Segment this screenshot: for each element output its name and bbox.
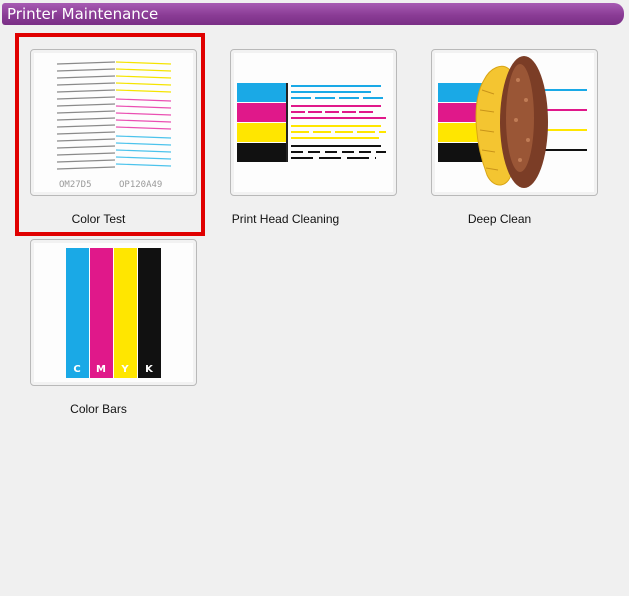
scrub-brush-icon <box>438 56 587 188</box>
bar-letter-y: Y <box>120 364 129 375</box>
print-head-cleaning-tile[interactable] <box>230 49 397 196</box>
print-head-cleaning-label: Print Head Cleaning <box>231 212 340 226</box>
bar-letter-c: C <box>73 364 80 375</box>
deep-clean-tile[interactable] <box>431 49 598 196</box>
selection-highlight <box>15 33 205 236</box>
bar-letter-k: K <box>145 364 154 375</box>
deep-clean-label: Deep Clean <box>467 212 532 226</box>
color-bars-label: Color Bars <box>70 402 127 416</box>
print-head-cleaning-icon <box>237 83 386 162</box>
color-bars-tile[interactable]: C M Y K <box>30 239 197 386</box>
cmyk-bars-icon: C M Y K <box>66 248 161 378</box>
window-title: Printer Maintenance <box>2 3 624 25</box>
bar-letter-m: M <box>96 364 106 375</box>
